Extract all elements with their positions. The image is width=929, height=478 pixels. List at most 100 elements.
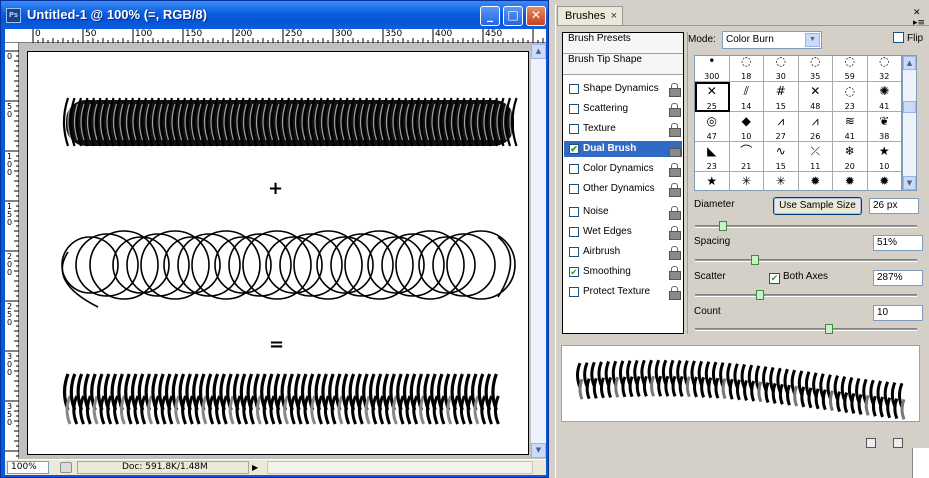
brush-preset-cell[interactable]: #15 [764, 82, 799, 112]
use-sample-size-button[interactable]: Use Sample Size [773, 197, 862, 215]
brush-preset-cell[interactable]: ⤫ 11 [798, 142, 833, 172]
checkbox-icon[interactable] [569, 287, 579, 297]
brush-preset-cell[interactable]: ✺ 41 [867, 82, 901, 112]
brush-preset-cell[interactable]: ⫽ 14 [729, 82, 764, 112]
sidebar-item-smoothing[interactable]: ✔ Smoothing [564, 264, 682, 280]
brush-preset-cell[interactable]: ◣ 23 [695, 142, 730, 172]
checkbox-icon[interactable] [569, 164, 579, 174]
scatter-slider[interactable] [695, 290, 917, 300]
grid-scroll-up-icon[interactable]: ▲ [903, 56, 916, 70]
checkbox-icon[interactable] [569, 124, 579, 134]
sidebar-item-other-dynamics[interactable]: Other Dynamics [564, 181, 682, 197]
grid-scroll-thumb[interactable] [903, 101, 916, 113]
brush-preset-cell[interactable]: ≋ 41 [833, 112, 868, 142]
brush-preset-cell[interactable]: ⩘ 26 [798, 112, 833, 142]
document-title-bar[interactable]: Ps Untitled-1 @ 100% (=, RGB/8) _ □ ✕ [1, 1, 548, 29]
lock-icon[interactable] [669, 206, 681, 220]
checkbox-checked-icon[interactable]: ✔ [569, 267, 579, 277]
brush-preset-cell[interactable]: ★ [695, 172, 730, 190]
brush-preset-cell[interactable]: ⩘ 27 [764, 112, 799, 142]
sidebar-item-noise[interactable]: Noise [564, 204, 682, 220]
brush-preset-cell[interactable]: ✕ 48 [798, 82, 833, 112]
brush-preset-cell[interactable]: ◆ 10 [729, 112, 764, 142]
scroll-down-arrow-icon[interactable]: ▼ [531, 443, 546, 458]
checkbox-icon[interactable] [569, 247, 579, 257]
new-brush-icon[interactable] [866, 438, 876, 448]
brush-preset-cell[interactable]: ✹ [833, 172, 868, 190]
lock-icon[interactable] [669, 246, 681, 260]
canvas-area[interactable]: + = [20, 44, 530, 458]
brush-tip-shape-item[interactable]: Brush Tip Shape [563, 54, 683, 75]
count-slider[interactable] [695, 324, 917, 334]
checkbox-icon[interactable] [569, 104, 579, 114]
brush-preset-cell[interactable]: ◌ 35 [798, 56, 833, 82]
brush-preset-cell[interactable]: ◌ 59 [833, 56, 868, 82]
zoom-field[interactable]: 100% [7, 461, 49, 474]
lock-icon[interactable] [669, 183, 681, 197]
scatter-field[interactable]: 287% [873, 270, 923, 286]
sidebar-item-wet-edges[interactable]: Wet Edges [564, 224, 682, 240]
brush-preset-cell[interactable]: ❦ 38 [867, 112, 901, 142]
brush-preset-cell[interactable]: ⌒ 21 [729, 142, 764, 172]
sidebar-item-shape-dynamics[interactable]: Shape Dynamics [564, 81, 682, 97]
brush-preset-cell[interactable]: ◌ 30 [764, 56, 799, 82]
maximize-button[interactable]: □ [503, 6, 523, 26]
chevron-down-icon[interactable]: ▼ [805, 33, 820, 47]
brush-tip-grid[interactable]: • 300 ◌ 18 ◌ 30 ◌ 35 ◌ 59 ◌ 32 ✕ 25 ⫽ 14 #15 ✕ 48 ◌ 23 ✺ 41 ◎ 47… [694, 55, 902, 191]
brush-preset-cell[interactable]: ★ 10 [867, 142, 901, 172]
sidebar-item-airbrush[interactable]: Airbrush [564, 244, 682, 260]
minimize-button[interactable]: _ [480, 6, 500, 26]
lock-icon[interactable] [669, 226, 681, 240]
checkbox-checked-icon[interactable]: ✔ [569, 144, 579, 154]
sidebar-item-protect-texture[interactable]: Protect Texture [564, 284, 682, 300]
status-menu-arrow-icon[interactable]: ▶ [252, 462, 263, 474]
close-button[interactable]: ✕ [526, 6, 546, 26]
document-canvas[interactable]: + = [27, 51, 529, 455]
diameter-slider[interactable] [695, 221, 917, 231]
tab-close-icon[interactable]: × [611, 7, 617, 25]
brush-preset-cell[interactable]: ✹ [799, 172, 833, 190]
lock-icon[interactable] [669, 286, 681, 300]
lock-icon[interactable] [669, 266, 681, 280]
lock-icon[interactable] [669, 123, 681, 137]
diameter-slider-thumb[interactable] [719, 221, 727, 231]
tab-brushes[interactable]: Brushes × [557, 6, 623, 26]
spacing-field[interactable]: 51% [873, 235, 923, 251]
ruler-vertical[interactable]: 0 5 0 1 0 0 1 5 0 2 0 0 2 5 0 3 0 0 3 5 0 [5, 43, 19, 459]
flip-checkbox[interactable]: Flip [893, 32, 923, 44]
sidebar-item-scattering[interactable]: Scattering [564, 101, 682, 117]
brush-preset-cell[interactable]: ◌ 18 [729, 56, 764, 82]
lock-icon[interactable] [669, 163, 681, 177]
scatter-slider-thumb[interactable] [756, 290, 764, 300]
mode-select[interactable]: Color Burn ▼ [722, 31, 822, 49]
spacing-slider-thumb[interactable] [751, 255, 759, 265]
checkbox-icon[interactable] [569, 184, 579, 194]
checkbox-icon[interactable] [569, 207, 579, 217]
brush-presets-item[interactable]: Brush Presets [563, 33, 683, 54]
lock-icon[interactable] [669, 83, 681, 97]
ruler-horizontal[interactable]: 0 50 100 150 200 250 300 350 400 450 [5, 29, 546, 43]
count-field[interactable]: 10 [873, 305, 923, 321]
diameter-field[interactable]: 26 px [869, 198, 919, 214]
trash-icon[interactable] [893, 438, 903, 448]
document-vertical-scrollbar[interactable]: ▲ ▼ [531, 44, 546, 458]
lock-icon[interactable] [669, 103, 681, 117]
grid-scroll-down-icon[interactable]: ▼ [903, 176, 916, 190]
panel-menu-icon[interactable]: ✕ ▸≡ [913, 8, 925, 28]
flip-checkbox-box[interactable] [893, 32, 904, 43]
scroll-up-arrow-icon[interactable]: ▲ [531, 44, 546, 59]
spacing-slider[interactable] [695, 255, 917, 265]
brush-preset-cell[interactable]: • 300 [695, 56, 730, 82]
brush-preset-cell[interactable]: ❄ 20 [833, 142, 868, 172]
both-axes-check-icon[interactable]: ✔ [769, 273, 780, 284]
checkbox-icon[interactable] [569, 84, 579, 94]
brush-preset-cell[interactable]: ◌ 32 [867, 56, 901, 82]
brush-preset-cell[interactable]: ◌ 23 [833, 82, 868, 112]
brush-preset-cell[interactable]: ✹ [868, 172, 902, 190]
lock-icon[interactable] [669, 143, 681, 157]
brush-grid-scrollbar[interactable]: ▲ ▼ [902, 55, 917, 191]
sidebar-item-texture[interactable]: Texture [564, 121, 682, 137]
count-slider-thumb[interactable] [825, 324, 833, 334]
sidebar-item-dual-brush[interactable]: ✔ Dual Brush [564, 141, 682, 157]
brush-preset-cell[interactable]: ✳ [764, 172, 799, 190]
